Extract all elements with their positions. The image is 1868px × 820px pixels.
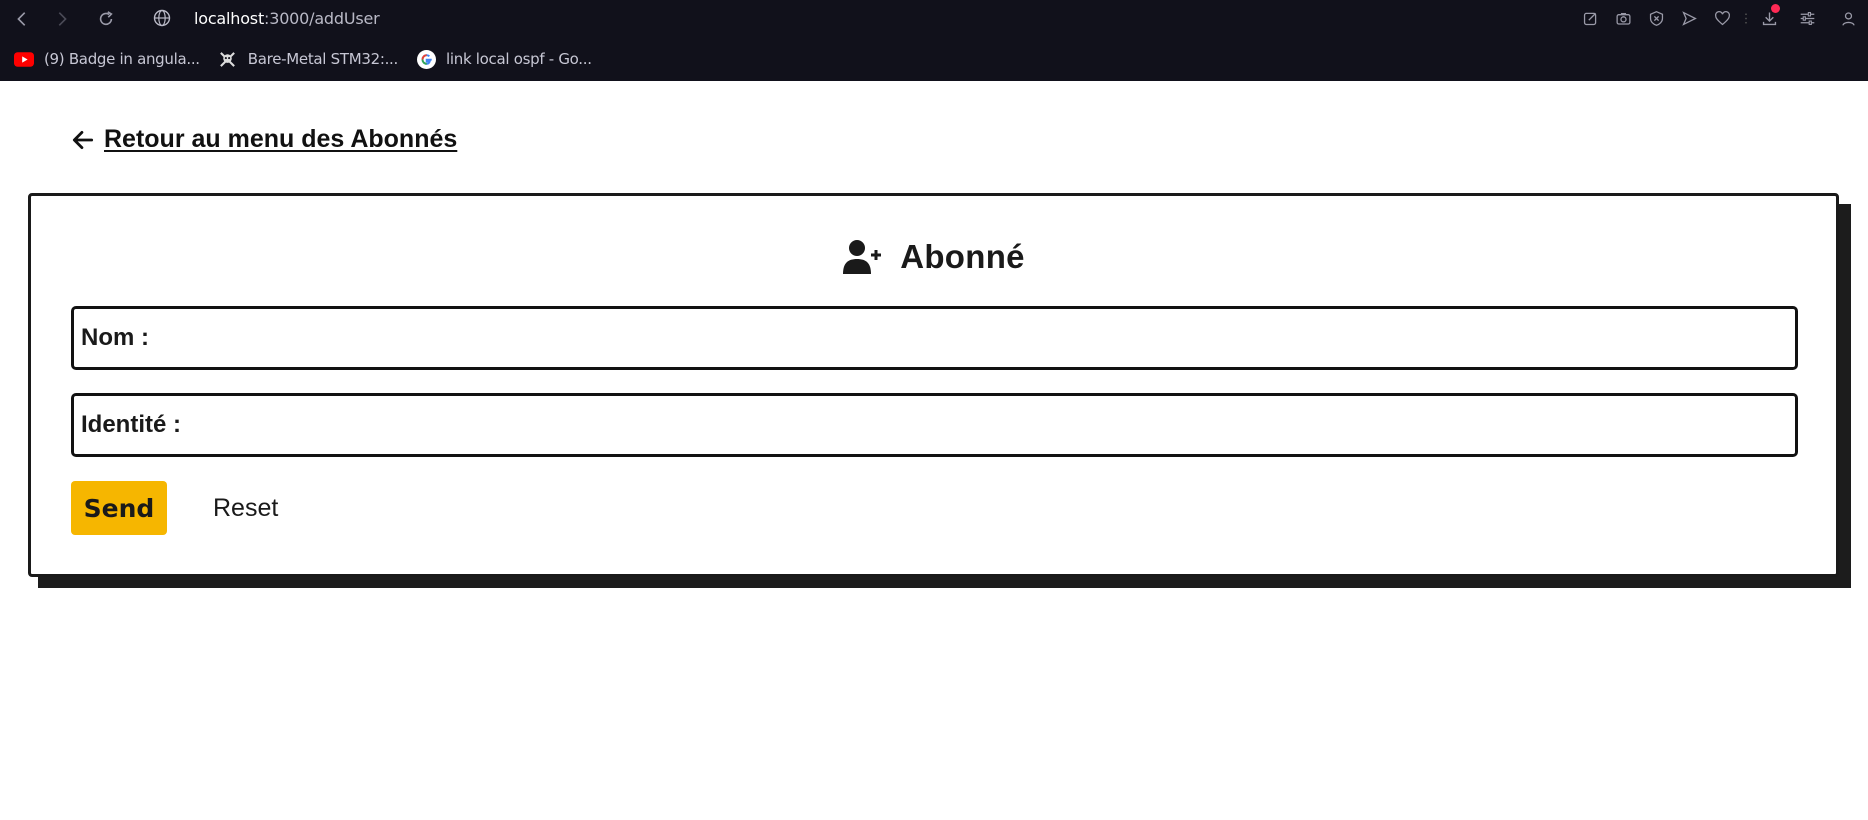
skull-icon (218, 49, 238, 69)
toolbar-actions (1574, 0, 1868, 36)
send-button[interactable]: Send (71, 481, 167, 535)
globe-icon (153, 9, 171, 27)
user-icon (1841, 11, 1855, 26)
bookmark-label: link local ospf - Go... (446, 50, 592, 68)
nom-input[interactable] (149, 309, 1795, 367)
bookmark-label: (9) Badge in angula... (44, 50, 200, 68)
bookmark-item[interactable]: Bare-Metal STM32:... (218, 49, 398, 69)
nom-field: Nom : (71, 306, 1798, 370)
back-link-label: Retour au menu des Abonnés (104, 125, 458, 153)
sliders-icon (1800, 11, 1814, 25)
downloads-button[interactable] (1753, 0, 1786, 36)
bookmark-item[interactable]: link local ospf - Go... (416, 49, 592, 69)
back-nav-button[interactable] (2, 1, 42, 37)
bookmarks-bar: (9) Badge in angula... Bare-Metal STM32:… (14, 44, 592, 74)
back-to-subscribers-link[interactable]: Retour au menu des Abonnés (70, 125, 457, 154)
browser-chrome: localhost:3000/addUser (9) Badge in angu… (0, 0, 1868, 81)
bookmark-item[interactable]: (9) Badge in angula... (14, 49, 200, 69)
identite-label: Identité : (81, 411, 181, 438)
reload-button[interactable] (86, 1, 126, 37)
chevron-left-icon (17, 12, 26, 26)
url-host: localhost (194, 9, 265, 28)
edit-page-button[interactable] (1574, 0, 1607, 36)
url-path: :3000/addUser (264, 9, 380, 28)
heart-icon (1714, 10, 1731, 25)
reset-button[interactable]: Reset (201, 481, 290, 535)
identite-input[interactable] (181, 396, 1795, 454)
chevron-right-icon (58, 12, 67, 26)
identite-field: Identité : (71, 393, 1798, 457)
screenshot-button[interactable] (1607, 0, 1640, 36)
reload-icon (99, 11, 113, 26)
form-title: Abonné (900, 238, 1025, 275)
bookmark-label: Bare-Metal STM32:... (247, 50, 399, 68)
user-plus-icon (843, 240, 882, 274)
page-content: Retour au menu des Abonnés Abonné Nom : … (0, 81, 1868, 820)
add-subscriber-form: Abonné Nom : Identité : Send Reset (28, 193, 1839, 577)
edit-icon (1583, 12, 1597, 25)
camera-icon (1616, 12, 1631, 25)
easy-setup-button[interactable] (1786, 0, 1828, 36)
send-page-button[interactable] (1673, 0, 1706, 36)
dots-separator-icon (1745, 12, 1747, 24)
send-icon (1682, 10, 1697, 26)
separator-dots (1739, 0, 1753, 36)
notification-dot (1771, 4, 1780, 13)
nom-label: Nom : (81, 324, 149, 351)
address-bar[interactable]: localhost:3000/addUser (194, 9, 380, 28)
browser-toolbar: localhost:3000/addUser (0, 0, 1868, 38)
google-icon (416, 49, 436, 69)
youtube-icon (14, 49, 34, 69)
forward-nav-button[interactable] (42, 1, 82, 37)
favorites-button[interactable] (1706, 0, 1739, 36)
arrow-left-icon (72, 130, 94, 149)
adblock-button[interactable] (1640, 0, 1673, 36)
profile-button[interactable] (1828, 0, 1868, 36)
shield-x-icon (1649, 10, 1664, 26)
form-heading: Abonné (31, 238, 1836, 276)
